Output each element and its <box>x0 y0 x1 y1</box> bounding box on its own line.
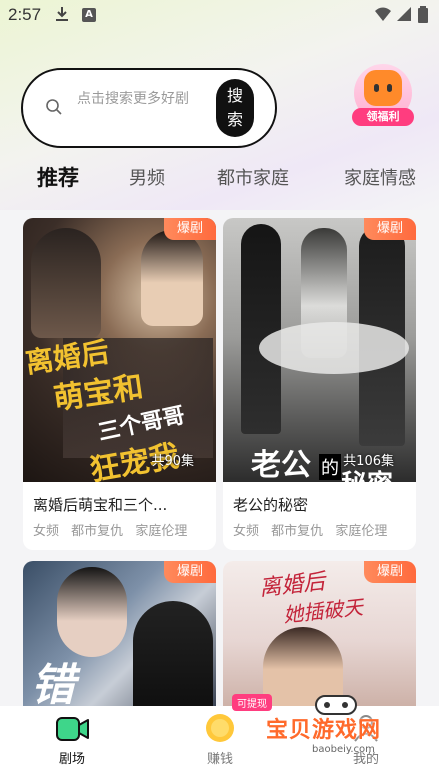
status-bar: 2:57 A <box>0 0 439 30</box>
tab-urban-family[interactable]: 都市家庭 <box>217 164 289 190</box>
wifi-icon <box>375 7 391 21</box>
category-tabs: 推荐 男频 都市家庭 家庭情感 <box>0 164 439 196</box>
withdraw-tag: 可提现 <box>232 694 272 711</box>
hot-badge: 爆剧 <box>164 561 216 583</box>
tab-family-emotion[interactable]: 家庭情感 <box>344 164 416 190</box>
mascot-icon <box>364 70 402 106</box>
hot-badge: 爆剧 <box>364 561 416 583</box>
drama-tags: 女频 都市复仇 家庭伦理 <box>33 520 195 539</box>
tag: 都市复仇 <box>271 524 324 539</box>
notification-a-icon: A <box>82 8 96 22</box>
watermark-text: 宝贝游戏网 <box>266 718 382 743</box>
cover-title-text: 的 <box>319 454 341 480</box>
signal-icon <box>397 7 411 21</box>
drama-cover[interactable]: 离婚后 萌宝和 三个哥哥 狂宠我 爆剧 共90集 <box>23 218 216 482</box>
status-time: 2:57 <box>8 5 42 24</box>
hot-badge: 爆剧 <box>164 218 216 240</box>
tag: 家庭伦理 <box>135 524 188 539</box>
coin-icon <box>206 714 234 742</box>
search-bar[interactable]: 点击搜索更多好剧 搜索 <box>21 68 277 148</box>
video-camera-icon <box>56 717 89 741</box>
nav-theater[interactable]: 剧场 <box>32 706 112 780</box>
cover-title-text: 老公 <box>251 448 311 482</box>
battery-icon <box>418 6 428 23</box>
tag: 都市复仇 <box>71 524 124 539</box>
search-icon <box>46 99 62 115</box>
drama-cover[interactable]: 老公 的 秘密 爆剧 共106集 <box>223 218 416 482</box>
drama-title[interactable]: 老公的秘密 <box>233 494 308 515</box>
cover-title-text: 错 <box>31 660 75 711</box>
nav-label: 剧场 <box>58 752 85 767</box>
drama-card[interactable]: 离婚后 萌宝和 三个哥哥 狂宠我 爆剧 共90集 离婚后萌宝和三个... 女频 … <box>23 218 216 550</box>
drama-title[interactable]: 离婚后萌宝和三个... <box>33 494 167 515</box>
search-placeholder[interactable]: 点击搜索更多好剧 <box>77 88 189 108</box>
watermark-url: baobeiy.com <box>312 744 375 755</box>
tab-male[interactable]: 男频 <box>129 164 165 190</box>
hot-badge: 爆剧 <box>364 218 416 240</box>
tag: 女频 <box>233 524 260 539</box>
search-button[interactable]: 搜索 <box>216 79 254 137</box>
drama-card[interactable]: 老公 的 秘密 爆剧 共106集 老公的秘密 女频 都市复仇 家庭伦理 <box>223 218 416 550</box>
drama-cover[interactable]: 错 爆剧 <box>23 561 216 721</box>
download-icon <box>56 7 68 21</box>
drama-card[interactable]: 错 爆剧 <box>23 561 216 721</box>
episode-count: 共106集 <box>343 454 394 469</box>
watermark: 可提现 宝贝游戏网 baobeiy.com <box>232 692 432 762</box>
tag: 女频 <box>33 524 60 539</box>
welfare-button[interactable]: 领福利 <box>352 64 414 126</box>
welfare-label: 领福利 <box>352 108 414 126</box>
tab-recommend[interactable]: 推荐 <box>37 162 79 192</box>
drama-tags: 女频 都市复仇 家庭伦理 <box>233 520 395 539</box>
episode-count: 共90集 <box>151 454 194 469</box>
tag: 家庭伦理 <box>335 524 388 539</box>
